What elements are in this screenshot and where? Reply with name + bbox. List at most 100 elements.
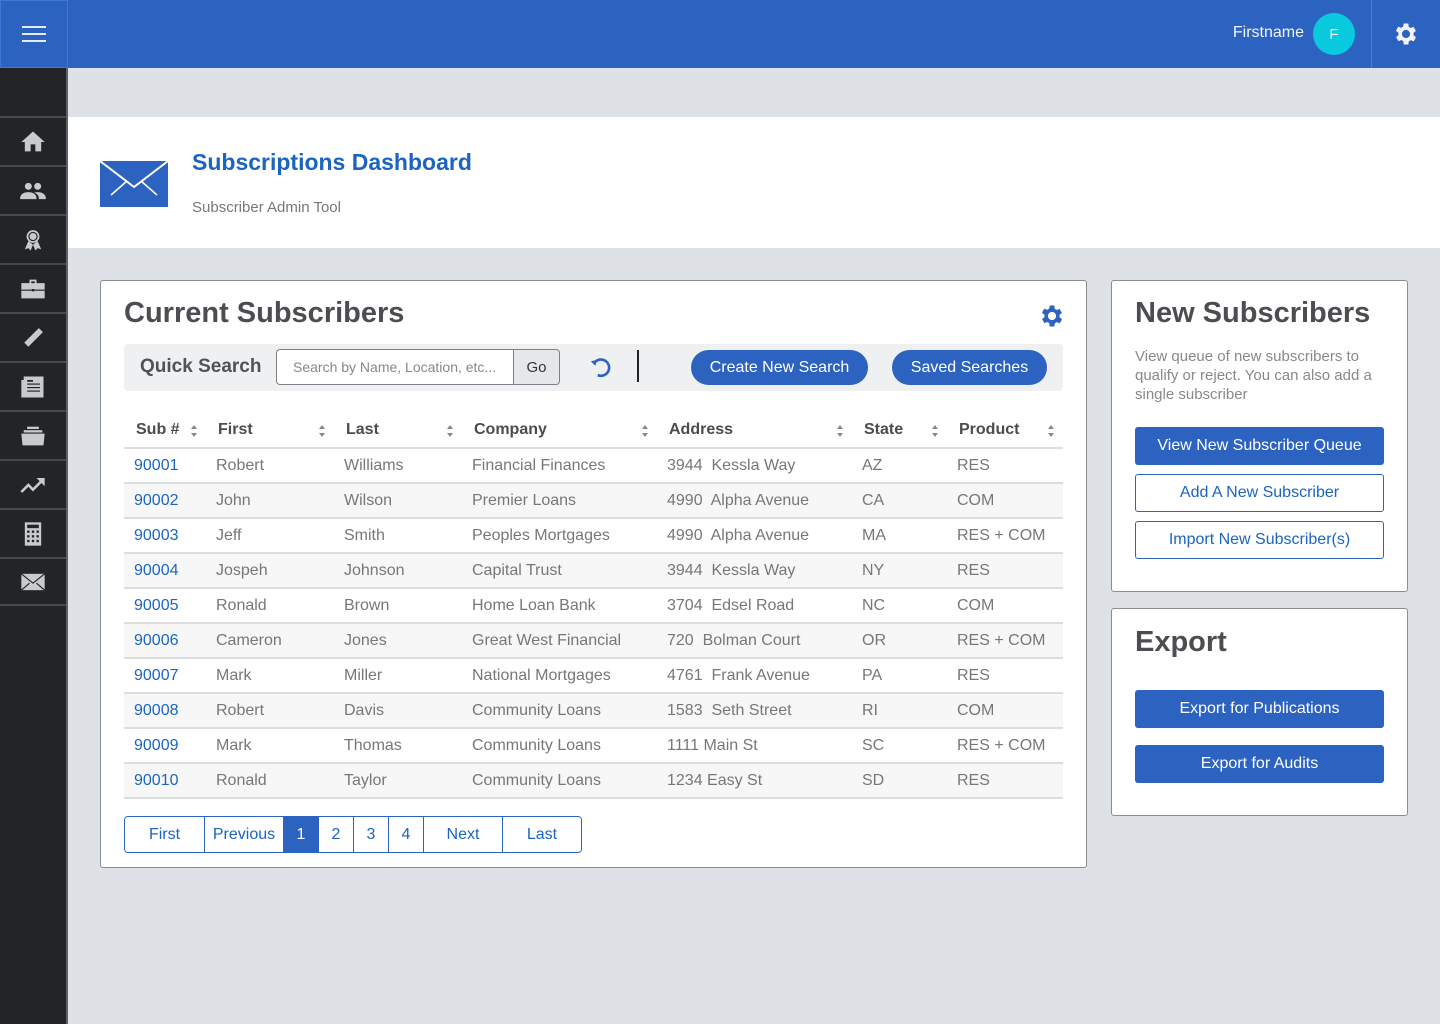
quick-search-label: Quick Search [140, 356, 262, 377]
cell-first-name: John [206, 483, 334, 519]
avatar[interactable]: F [1313, 13, 1355, 55]
quick-search-bar: Quick Search Go Create New Search Saved … [124, 344, 1063, 391]
sidebar-item-calculator[interactable] [0, 508, 66, 557]
table-header-row: Sub # First Last Company Address State Product [124, 413, 1063, 449]
sidebar-item-archive[interactable] [0, 410, 66, 459]
export-for-publications-button[interactable]: Export for Publications [1135, 690, 1384, 728]
table-row[interactable]: 90006 Cameron Jones Great West Financial 720… [124, 623, 1063, 659]
pagination-first[interactable]: First [125, 817, 204, 852]
sidebar-item-users[interactable] [0, 165, 66, 214]
sidebar-item-subscriptions[interactable] [0, 557, 66, 606]
column-header[interactable]: Address [657, 413, 852, 449]
table-row[interactable]: 90001 Robert Williams Financial Finances 394… [124, 448, 1063, 484]
cell-address: 3944 Kessla Way [657, 448, 852, 484]
saved-searches-button[interactable]: Saved Searches [892, 350, 1047, 385]
pagination-previous[interactable]: Previous [204, 817, 283, 852]
cell-state: NY [852, 553, 947, 589]
settings-button[interactable] [1371, 0, 1440, 68]
menu-button[interactable] [0, 0, 68, 68]
table-row[interactable]: 90010 Ronald Taylor Community Loans 1234 Eas… [124, 763, 1063, 799]
column-header[interactable]: State [852, 413, 947, 449]
trending-icon [20, 477, 45, 493]
pagination-page-4[interactable]: 4 [388, 817, 423, 852]
cell-sub-number[interactable]: 90010 [124, 763, 206, 799]
mail-icon [20, 572, 46, 591]
refresh-icon[interactable] [588, 354, 614, 380]
cell-sub-number[interactable]: 90004 [124, 553, 206, 589]
column-header-label: State [864, 421, 904, 438]
cell-sub-number[interactable]: 90008 [124, 693, 206, 729]
sidebar-item-business[interactable] [0, 263, 66, 312]
pagination-next[interactable]: Next [423, 817, 502, 852]
cell-address: 4761 Frank Avenue [657, 658, 852, 694]
cell-address: 4990 Alpha Avenue [657, 518, 852, 554]
column-header[interactable]: Product [947, 413, 1063, 449]
cell-company: Peoples Mortgages [462, 518, 657, 554]
cell-last-name: Johnson [334, 553, 462, 589]
sort-icon[interactable] [1047, 423, 1055, 439]
user-name[interactable]: Firstname [1233, 22, 1304, 44]
cell-product: RES [947, 763, 1063, 799]
pagination-last[interactable]: Last [502, 817, 581, 852]
table-settings-gear-icon[interactable] [1038, 302, 1066, 330]
column-header[interactable]: First [206, 413, 334, 449]
current-subscribers-card: Current Subscribers Quick Search Go Crea… [100, 280, 1087, 868]
add-new-subscriber-button[interactable]: Add A New Subscriber [1135, 474, 1384, 512]
sort-icon[interactable] [641, 423, 649, 439]
cell-state: NC [852, 588, 947, 624]
cell-sub-number[interactable]: 90006 [124, 623, 206, 659]
cell-last-name: Jones [334, 623, 462, 659]
table-row[interactable]: 90009 Mark Thomas Community Loans 1111 Main … [124, 728, 1063, 764]
cell-state: CA [852, 483, 947, 519]
cell-sub-number[interactable]: 90007 [124, 658, 206, 694]
table-row[interactable]: 90008 Robert Davis Community Loans 1583 Seth… [124, 693, 1063, 729]
sort-icon[interactable] [836, 423, 844, 439]
column-header[interactable]: Last [334, 413, 462, 449]
page-subtitle: Subscriber Admin Tool [192, 199, 341, 216]
cell-company: Great West Financial [462, 623, 657, 659]
cell-sub-number[interactable]: 90001 [124, 448, 206, 484]
cell-first-name: Cameron [206, 623, 334, 659]
sort-icon[interactable] [190, 423, 198, 439]
search-input[interactable] [276, 349, 516, 385]
sidebar-item-analytics[interactable] [0, 459, 66, 508]
users-icon [20, 182, 46, 199]
create-new-search-button[interactable]: Create New Search [691, 350, 868, 385]
table-row[interactable]: 90004 Jospeh Johnson Capital Trust 3944 Kess… [124, 553, 1063, 589]
table-row[interactable]: 90005 Ronald Brown Home Loan Bank 3704 Edsel… [124, 588, 1063, 624]
sort-icon[interactable] [318, 423, 326, 439]
cell-company: Capital Trust [462, 553, 657, 589]
sidebar-item-edit[interactable] [0, 312, 66, 361]
cell-first-name: Mark [206, 728, 334, 764]
pagination-page-1[interactable]: 1 [283, 817, 318, 852]
pagination-page-3[interactable]: 3 [353, 817, 388, 852]
cell-state: OR [852, 623, 947, 659]
cell-first-name: Ronald [206, 588, 334, 624]
go-button[interactable]: Go [513, 349, 560, 385]
cell-sub-number[interactable]: 90005 [124, 588, 206, 624]
pagination: First Previous 1 2 3 4 Next Last [124, 816, 582, 853]
sort-icon[interactable] [446, 423, 454, 439]
subscribers-table: Sub # First Last Company Address State Product… [124, 413, 1063, 799]
sidebar-item-publications[interactable] [0, 361, 66, 410]
cell-sub-number[interactable]: 90003 [124, 518, 206, 554]
view-new-subscriber-queue-button[interactable]: View New Subscriber Queue [1135, 427, 1384, 465]
sort-icon[interactable] [931, 423, 939, 439]
column-header[interactable]: Company [462, 413, 657, 449]
cell-last-name: Brown [334, 588, 462, 624]
export-for-audits-button[interactable]: Export for Audits [1135, 745, 1384, 783]
table-row[interactable]: 90002 John Wilson Premier Loans 4990 Alpha A… [124, 483, 1063, 519]
current-subscribers-title: Current Subscribers [124, 297, 405, 329]
sidebar-item-awards[interactable] [0, 214, 66, 263]
sidebar-item-home[interactable] [0, 116, 66, 165]
table-row[interactable]: 90003 Jeff Smith Peoples Mortgages 4990 Alph… [124, 518, 1063, 554]
pagination-page-2[interactable]: 2 [318, 817, 353, 852]
column-header[interactable]: Sub # [124, 413, 206, 449]
table-row[interactable]: 90007 Mark Miller National Mortgages 4761 Fr… [124, 658, 1063, 694]
cell-company: Community Loans [462, 763, 657, 799]
import-new-subscribers-button[interactable]: Import New Subscriber(s) [1135, 521, 1384, 559]
table-body: 90001 Robert Williams Financial Finances 394… [124, 448, 1063, 799]
cell-sub-number[interactable]: 90009 [124, 728, 206, 764]
cell-last-name: Wilson [334, 483, 462, 519]
cell-sub-number[interactable]: 90002 [124, 483, 206, 519]
